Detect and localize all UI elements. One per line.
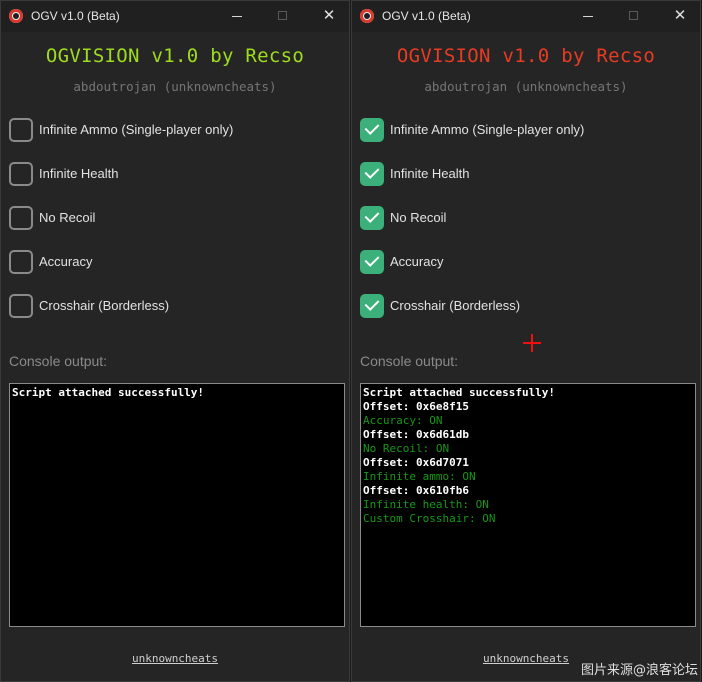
close-icon: ✕ — [673, 7, 687, 24]
console-label: Console output: — [9, 353, 108, 369]
minimize-button[interactable] — [576, 5, 600, 27]
console-line: Custom Crosshair: ON — [363, 512, 496, 525]
console-output[interactable]: Script attached successfully! Offset: 0x6… — [360, 383, 696, 627]
checkbox-checked[interactable] — [360, 294, 384, 318]
title-bar[interactable]: OGV v1.0 (Beta) ✕ — [1, 1, 349, 32]
close-button[interactable]: ✕ — [317, 5, 341, 27]
app-heading: OGVISION v1.0 by Recso — [396, 45, 656, 67]
option-label: No Recoil — [39, 210, 96, 225]
console-line: Offset: 0x6d61db — [363, 428, 469, 441]
console-line: Infinite health: ON — [363, 498, 489, 511]
checkbox[interactable] — [9, 250, 33, 274]
close-button[interactable]: ✕ — [668, 5, 692, 27]
console-line: Accuracy: ON — [363, 414, 443, 427]
minimize-button[interactable] — [225, 5, 249, 27]
option-label: Crosshair (Borderless) — [390, 298, 521, 313]
console-line: Infinite ammo: ON — [363, 470, 476, 483]
checkbox[interactable] — [9, 294, 33, 318]
maximize-icon — [278, 11, 287, 20]
option-label: Infinite Ammo (Single-player only) — [39, 122, 234, 137]
checkbox-checked[interactable] — [360, 250, 384, 274]
option-label: Infinite Ammo (Single-player only) — [390, 122, 585, 137]
console-line: Script attached successfully! — [363, 386, 556, 399]
checkbox-checked[interactable] — [360, 206, 384, 230]
unknowncheats-link[interactable]: unknowncheats — [1, 652, 349, 665]
option-label: Infinite Health — [390, 166, 470, 181]
minimize-icon — [583, 16, 593, 17]
window-title: OGV v1.0 (Beta) — [382, 9, 471, 23]
checkbox[interactable] — [9, 118, 33, 142]
maximize-icon — [629, 11, 638, 20]
console-line: No Recoil: ON — [363, 442, 450, 455]
app-heading: OGVISION v1.0 by Recso — [45, 45, 305, 67]
title-bar[interactable]: OGV v1.0 (Beta) ✕ — [352, 1, 700, 32]
checkbox[interactable] — [9, 206, 33, 230]
console-line: Script attached successfully! — [12, 386, 205, 399]
window-title: OGV v1.0 (Beta) — [31, 9, 120, 23]
console-label: Console output: — [360, 353, 459, 369]
option-label: Accuracy — [390, 254, 444, 269]
app-logo-icon — [360, 9, 374, 23]
maximize-button[interactable] — [271, 5, 295, 27]
checkbox-checked[interactable] — [360, 162, 384, 186]
option-label: Accuracy — [39, 254, 93, 269]
window-right: OGV v1.0 (Beta) ✕ OGVISION v1.0 by Recso… — [351, 0, 701, 682]
window-left: OGV v1.0 (Beta) ✕ OGVISION v1.0 by Recso… — [0, 0, 350, 682]
maximize-button[interactable] — [622, 5, 646, 27]
console-line: Offset: 0x6d7071 — [363, 456, 469, 469]
option-label: No Recoil — [390, 210, 447, 225]
console-output[interactable]: Script attached successfully! — [9, 383, 345, 627]
console-line: Offset: 0x6e8f15 — [363, 400, 469, 413]
app-logo-icon — [9, 9, 23, 23]
crosshair-icon — [522, 333, 542, 353]
checkbox[interactable] — [9, 162, 33, 186]
option-label: Infinite Health — [39, 166, 119, 181]
author-subtitle: abdoutrojan (unknowncheats) — [73, 79, 277, 94]
console-line: Offset: 0x610fb6 — [363, 484, 469, 497]
minimize-icon — [232, 16, 242, 17]
close-icon: ✕ — [322, 7, 336, 24]
author-subtitle: abdoutrojan (unknowncheats) — [424, 79, 628, 94]
checkbox-checked[interactable] — [360, 118, 384, 142]
watermark: 图片来源@浪客论坛 — [580, 663, 698, 678]
option-label: Crosshair (Borderless) — [39, 298, 170, 313]
